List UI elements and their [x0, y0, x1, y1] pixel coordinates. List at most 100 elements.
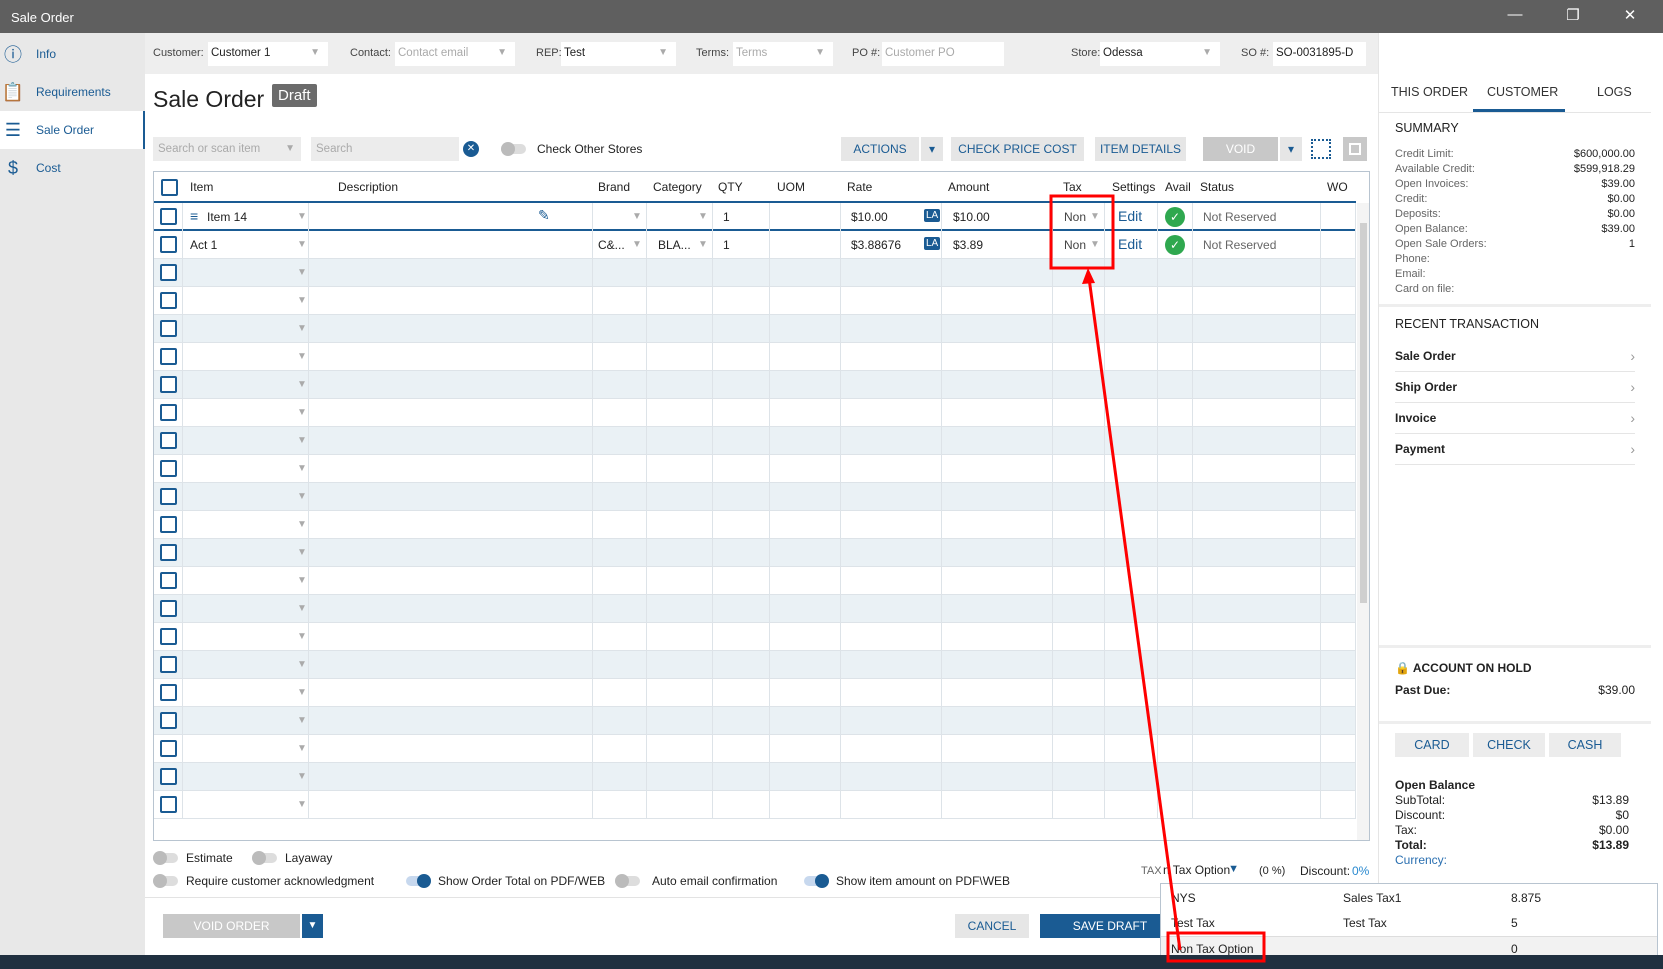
item-dropdown-icon[interactable]: ▼ — [297, 715, 307, 726]
item-dropdown-icon[interactable]: ▼ — [297, 547, 307, 558]
item-dropdown-icon[interactable]: ▼ — [297, 211, 307, 222]
sidebar-item-info[interactable]: ⓘ Info — [0, 35, 145, 73]
sidebar-item-sale-order[interactable]: ☰ Sale Order — [0, 111, 145, 149]
layaway-toggle[interactable] — [252, 851, 277, 865]
select-all-checkbox[interactable] — [161, 179, 178, 196]
tax-option[interactable]: NYS Sales Tax1 8.875 — [1161, 886, 1657, 911]
tax-dropdown-icon[interactable]: ▼ — [1090, 239, 1100, 250]
item-dropdown-icon[interactable]: ▼ — [297, 463, 307, 474]
rep-select[interactable]: Test ▼ — [561, 42, 676, 66]
currency-link[interactable]: Currency: — [1395, 853, 1629, 868]
table-scrollbar[interactable] — [1357, 203, 1369, 840]
item-dropdown-icon[interactable]: ▼ — [297, 631, 307, 642]
rate-level-badge[interactable]: LA — [924, 237, 941, 250]
item-dropdown-icon[interactable]: ▼ — [297, 295, 307, 306]
require-ack-toggle[interactable] — [153, 874, 178, 888]
item-dropdown-icon[interactable]: ▼ — [297, 239, 307, 250]
item-dropdown-icon[interactable]: ▼ — [297, 351, 307, 362]
search-input[interactable]: Search — [311, 137, 459, 161]
item-dropdown-icon[interactable]: ▼ — [297, 603, 307, 614]
show-item-amount-toggle[interactable] — [804, 874, 829, 888]
recent-transaction-payment[interactable]: Payment › — [1395, 434, 1635, 465]
tax-option[interactable]: Test Tax Test Tax 5 — [1161, 911, 1657, 936]
estimate-toggle[interactable] — [153, 851, 178, 865]
row-checkbox[interactable] — [160, 544, 177, 561]
item-dropdown-icon[interactable]: ▼ — [297, 799, 307, 810]
item-dropdown-icon[interactable]: ▼ — [297, 379, 307, 390]
brand-dropdown-icon[interactable]: ▼ — [632, 211, 642, 222]
check-button[interactable]: CHECK — [1473, 733, 1545, 757]
customer-select[interactable]: Customer 1 ▼ — [208, 42, 328, 66]
row-checkbox[interactable] — [160, 488, 177, 505]
brand-dropdown-icon[interactable]: ▼ — [632, 239, 642, 250]
recent-transaction-ship-order[interactable]: Ship Order › — [1395, 372, 1635, 403]
cancel-button[interactable]: CANCEL — [955, 914, 1029, 938]
so-number-field[interactable]: SO-0031895-D — [1273, 42, 1366, 66]
row-checkbox[interactable] — [160, 460, 177, 477]
tab-this-order[interactable]: THIS ORDER — [1391, 85, 1468, 99]
item-dropdown-icon[interactable]: ▼ — [297, 743, 307, 754]
close-button[interactable]: ✕ — [1615, 6, 1645, 24]
item-dropdown-icon[interactable]: ▼ — [297, 435, 307, 446]
row-checkbox[interactable] — [160, 348, 177, 365]
item-dropdown-icon[interactable]: ▼ — [297, 659, 307, 670]
clear-search-icon[interactable]: ✕ — [463, 141, 479, 157]
row-checkbox[interactable] — [160, 768, 177, 785]
store-select[interactable]: Odessa ▼ — [1100, 42, 1220, 66]
scan-item-select[interactable]: Search or scan item ▼ — [153, 137, 301, 161]
actions-dropdown[interactable]: ▾ — [921, 137, 943, 161]
row-checkbox[interactable] — [160, 600, 177, 617]
recent-transaction-invoice[interactable]: Invoice › — [1395, 403, 1635, 434]
row-checkbox[interactable] — [160, 292, 177, 309]
qty-value[interactable]: 1 — [723, 210, 730, 224]
actions-button[interactable]: ACTIONS — [841, 137, 919, 161]
tax-dropdown-icon[interactable]: ▼ — [1090, 211, 1100, 222]
void-order-dropdown[interactable]: ▼ — [302, 914, 323, 938]
item-dropdown-icon[interactable]: ▼ — [297, 771, 307, 782]
item-dropdown-icon[interactable]: ▼ — [297, 575, 307, 586]
restore-button[interactable]: ❐ — [1558, 6, 1588, 24]
row-checkbox[interactable] — [160, 740, 177, 757]
po-input[interactable]: Customer PO — [882, 42, 1004, 66]
rate-value[interactable]: $10.00 — [851, 210, 888, 224]
row-checkbox[interactable] — [160, 376, 177, 393]
row-checkbox[interactable] — [160, 236, 177, 253]
tab-logs[interactable]: LOGS — [1597, 85, 1632, 99]
row-checkbox[interactable] — [160, 656, 177, 673]
item-dropdown-icon[interactable]: ▼ — [297, 407, 307, 418]
row-checkbox[interactable] — [160, 516, 177, 533]
tax-value[interactable]: Non — [1064, 238, 1086, 252]
scrollbar-thumb[interactable] — [1360, 223, 1367, 603]
row-checkbox[interactable] — [160, 404, 177, 421]
row-checkbox[interactable] — [160, 796, 177, 813]
row-checkbox[interactable] — [160, 320, 177, 337]
contact-select[interactable]: Contact email ▼ — [395, 42, 515, 66]
tax-value[interactable]: Non — [1064, 210, 1086, 224]
item-details-button[interactable]: ITEM DETAILS — [1095, 137, 1186, 161]
check-other-stores-toggle[interactable] — [501, 142, 526, 156]
item-dropdown-icon[interactable]: ▼ — [297, 687, 307, 698]
terms-select[interactable]: Terms ▼ — [733, 42, 833, 66]
tab-customer[interactable]: CUSTOMER — [1487, 85, 1558, 99]
item-dropdown-icon[interactable]: ▼ — [297, 491, 307, 502]
settings-edit-link[interactable]: Edit — [1118, 236, 1142, 252]
discount-value[interactable]: 0% — [1352, 864, 1369, 878]
row-checkbox[interactable] — [160, 684, 177, 701]
row-checkbox[interactable] — [160, 572, 177, 589]
row-checkbox[interactable] — [160, 628, 177, 645]
card-button[interactable]: CARD — [1395, 733, 1469, 757]
check-price-cost-button[interactable]: CHECK PRICE COST — [951, 137, 1084, 161]
settings-edit-link[interactable]: Edit — [1118, 208, 1142, 224]
recent-transaction-sale-order[interactable]: Sale Order › — [1395, 341, 1635, 372]
sidebar-item-requirements[interactable]: 📋 Requirements — [0, 73, 145, 111]
item-dropdown-icon[interactable]: ▼ — [297, 323, 307, 334]
item-dropdown-icon[interactable]: ▼ — [297, 267, 307, 278]
row-checkbox[interactable] — [160, 208, 177, 225]
minimize-button[interactable]: — — [1500, 6, 1530, 23]
row-checkbox[interactable] — [160, 432, 177, 449]
void-dropdown[interactable]: ▾ — [1280, 137, 1302, 161]
rate-level-badge[interactable]: LA — [924, 209, 941, 222]
category-dropdown-icon[interactable]: ▼ — [698, 211, 708, 222]
category-dropdown-icon[interactable]: ▼ — [698, 239, 708, 250]
save-draft-button[interactable]: SAVE DRAFT — [1040, 914, 1180, 938]
